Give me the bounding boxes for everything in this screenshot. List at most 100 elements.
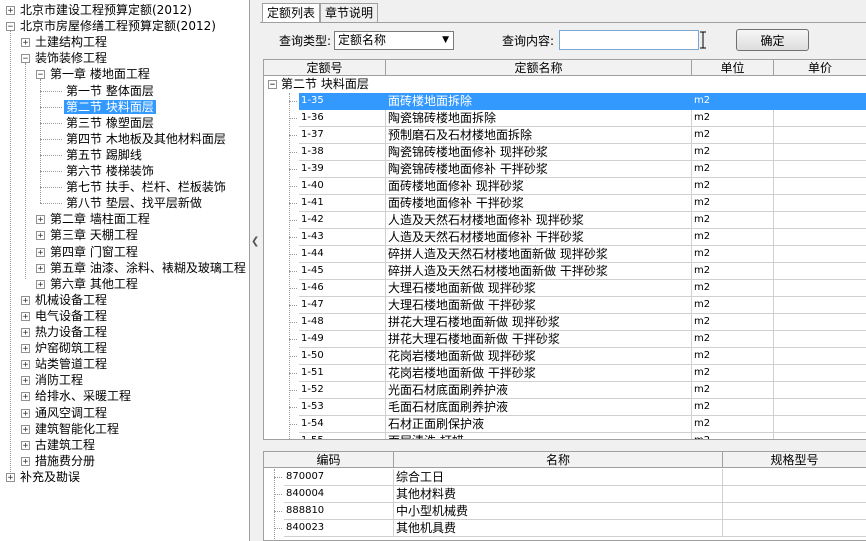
header-quota-code[interactable]: 定额号	[264, 60, 386, 76]
table-row[interactable]: 1-44 碎拼人造及天然石材楼地面新做 现拌砂浆 m2	[264, 246, 866, 263]
tree-node[interactable]: + 热力设备工程	[21, 324, 109, 340]
table-row[interactable]: 1-41 面砖楼地面修补 干拌砂浆 m2	[264, 195, 866, 212]
tree-node[interactable]: 第五节 踢脚线	[64, 147, 144, 163]
table-row[interactable]: 1-43 人造及天然石材楼地面修补 干拌砂浆 m2	[264, 229, 866, 246]
expand-icon[interactable]: +	[21, 311, 30, 321]
tree-guide-line	[289, 101, 297, 102]
expand-icon[interactable]: +	[21, 295, 30, 305]
tree-node[interactable]: + 第三章 天棚工程	[36, 227, 140, 243]
quota-grid[interactable]: 定额号 定额名称 单位 单价 − 第二节 块料面层 1-35 面砖楼地面拆除 m2 1-36 陶瓷锦…	[263, 59, 866, 440]
tree-node[interactable]: 第八节 垫层、找平层新做	[64, 195, 204, 211]
table-row[interactable]: 1-50 花岗岩楼地面新做 现拌砂浆 m2	[264, 348, 866, 365]
expand-icon[interactable]: +	[21, 376, 30, 386]
header-code[interactable]: 编码	[264, 452, 394, 468]
table-row[interactable]: 1-49 拼花大理石楼地面新做 干拌砂浆 m2	[264, 331, 866, 348]
header-quota-name[interactable]: 定额名称	[386, 60, 692, 76]
table-row[interactable]: 870007 综合工日	[264, 469, 866, 486]
table-row[interactable]: 1-42 人造及天然石材楼地面修补 现拌砂浆 m2	[264, 212, 866, 229]
unit-price-cell	[774, 110, 866, 127]
tree-node[interactable]: + 建筑智能化工程	[21, 421, 121, 437]
table-row[interactable]: 888810 中小型机械费	[264, 503, 866, 520]
tree-node[interactable]: 第一节 整体面层	[64, 83, 156, 99]
table-row[interactable]: 1-35 面砖楼地面拆除 m2	[264, 93, 866, 110]
query-type-select[interactable]: 定额名称 ▼	[334, 31, 454, 50]
tree-node[interactable]: 第二节 块料面层	[64, 99, 156, 115]
table-row[interactable]: 1-47 大理石楼地面新做 干拌砂浆 m2	[264, 297, 866, 314]
table-row[interactable]: 1-45 碎拼人造及天然石材楼地面新做 干拌砂浆 m2	[264, 263, 866, 280]
table-row[interactable]: 1-36 陶瓷锦砖楼地面拆除 m2	[264, 110, 866, 127]
expand-icon[interactable]: +	[21, 360, 30, 370]
header-name[interactable]: 名称	[394, 452, 723, 468]
unit-price-cell	[774, 331, 866, 348]
tree-node[interactable]: + 站类管道工程	[21, 356, 109, 372]
resource-grid[interactable]: 编码 名称 规格型号 870007 综合工日 840004 其他材料费 888810 中小型机械…	[263, 451, 866, 541]
tree-node[interactable]: 第六节 楼梯装饰	[64, 163, 156, 179]
table-row[interactable]: 1-37 预制磨石及石材楼地面拆除 m2	[264, 127, 866, 144]
table-row[interactable]: 1-39 陶瓷锦砖楼地面修补 干拌砂浆 m2	[264, 161, 866, 178]
tree-node[interactable]: + 第五章 油漆、涂料、裱糊及玻璃工程	[36, 260, 248, 276]
collapse-icon[interactable]: −	[268, 80, 277, 90]
expand-icon[interactable]: +	[6, 472, 15, 482]
expand-icon[interactable]: +	[36, 247, 45, 257]
confirm-button[interactable]: 确定	[736, 29, 809, 51]
expand-icon[interactable]: +	[21, 424, 30, 434]
tree-node[interactable]: + 炉窑砌筑工程	[21, 340, 109, 356]
table-row[interactable]: 1-52 光面石材底面刷养护液 m2	[264, 382, 866, 399]
table-row[interactable]: 1-55面层清洗 打蜡m2	[264, 433, 866, 439]
tree-node[interactable]: + 土建结构工程	[21, 34, 109, 50]
collapse-icon[interactable]: −	[6, 22, 15, 32]
expand-icon[interactable]: +	[21, 38, 30, 48]
tree-node[interactable]: + 机械设备工程	[21, 292, 109, 308]
table-row[interactable]: 1-46 大理石楼地面新做 现拌砂浆 m2	[264, 280, 866, 297]
table-row[interactable]: 1-53 毛面石材底面刷养护液 m2	[264, 399, 866, 416]
expand-icon[interactable]: +	[21, 440, 30, 450]
tree-node[interactable]: − 北京市房屋修缮工程预算定额(2012)	[6, 18, 218, 34]
expand-icon[interactable]: +	[21, 392, 30, 402]
table-row[interactable]: 1-38 陶瓷锦砖楼地面修补 现拌砂浆 m2	[264, 144, 866, 161]
tree-node[interactable]: 第七节 扶手、栏杆、栏板装饰	[64, 179, 228, 195]
query-content-input[interactable]	[559, 30, 699, 50]
tree-node[interactable]: + 第四章 门窗工程	[36, 244, 140, 260]
expand-icon[interactable]: +	[36, 263, 45, 273]
tree-node[interactable]: − 第一章 楼地面工程	[36, 66, 152, 82]
expand-icon[interactable]: +	[21, 328, 30, 338]
expand-icon[interactable]: +	[21, 456, 30, 466]
tab-chapter-notes[interactable]: 章节说明	[320, 3, 379, 22]
collapse-icon[interactable]: −	[36, 70, 45, 80]
header-spec-model[interactable]: 规格型号	[723, 452, 866, 468]
unit-price-cell	[774, 246, 866, 263]
tab-quota-list[interactable]: 定额列表	[262, 3, 321, 23]
pane-splitter[interactable]: ❮	[250, 0, 259, 541]
tree-node[interactable]: + 第六章 其他工程	[36, 276, 140, 292]
expand-icon[interactable]: +	[36, 215, 45, 225]
header-unit-price[interactable]: 单价	[774, 60, 866, 76]
header-unit[interactable]: 单位	[692, 60, 774, 76]
tree-node[interactable]: + 补充及勘误	[6, 469, 82, 485]
group-row[interactable]: − 第二节 块料面层	[264, 76, 866, 93]
tree-node[interactable]: 第三节 橡塑面层	[64, 115, 156, 131]
tree-node[interactable]: + 电气设备工程	[21, 308, 109, 324]
expand-icon[interactable]: +	[36, 231, 45, 241]
tree-node[interactable]: + 消防工程	[21, 372, 85, 388]
tree-node[interactable]: + 给排水、采暖工程	[21, 388, 133, 404]
table-row[interactable]: 840023 其他机具费	[264, 520, 866, 537]
table-row[interactable]: 1-54 石材正面刷保护液 m2	[264, 416, 866, 433]
collapse-left-icon[interactable]: ❮	[251, 236, 259, 247]
expand-icon[interactable]: +	[21, 344, 30, 354]
tree-node[interactable]: + 通风空调工程	[21, 405, 109, 421]
tree-node[interactable]: + 措施费分册	[21, 453, 97, 469]
tree-node[interactable]: + 古建筑工程	[21, 437, 97, 453]
table-row[interactable]: 840004 其他材料费	[264, 486, 866, 503]
tree-node[interactable]: + 北京市建设工程预算定额(2012)	[6, 2, 194, 18]
expand-icon[interactable]: +	[36, 279, 45, 289]
expand-icon[interactable]: +	[6, 6, 15, 16]
table-row[interactable]: 1-51 花岗岩楼地面新做 干拌砂浆 m2	[264, 365, 866, 382]
table-row[interactable]: 1-40 面砖楼地面修补 现拌砂浆 m2	[264, 178, 866, 195]
tree-node[interactable]: 第四节 木地板及其他材料面层	[64, 131, 228, 147]
chapter-tree[interactable]: + 北京市建设工程预算定额(2012) − 北京市房屋修缮工程预算定额(2012) + 土…	[0, 0, 250, 541]
expand-icon[interactable]: +	[21, 408, 30, 418]
tree-node[interactable]: + 第二章 墙柱面工程	[36, 211, 152, 227]
table-row[interactable]: 1-48 拼花大理石楼地面新做 现拌砂浆 m2	[264, 314, 866, 331]
tree-node[interactable]: − 装饰装修工程	[21, 50, 109, 66]
collapse-icon[interactable]: −	[21, 54, 30, 64]
